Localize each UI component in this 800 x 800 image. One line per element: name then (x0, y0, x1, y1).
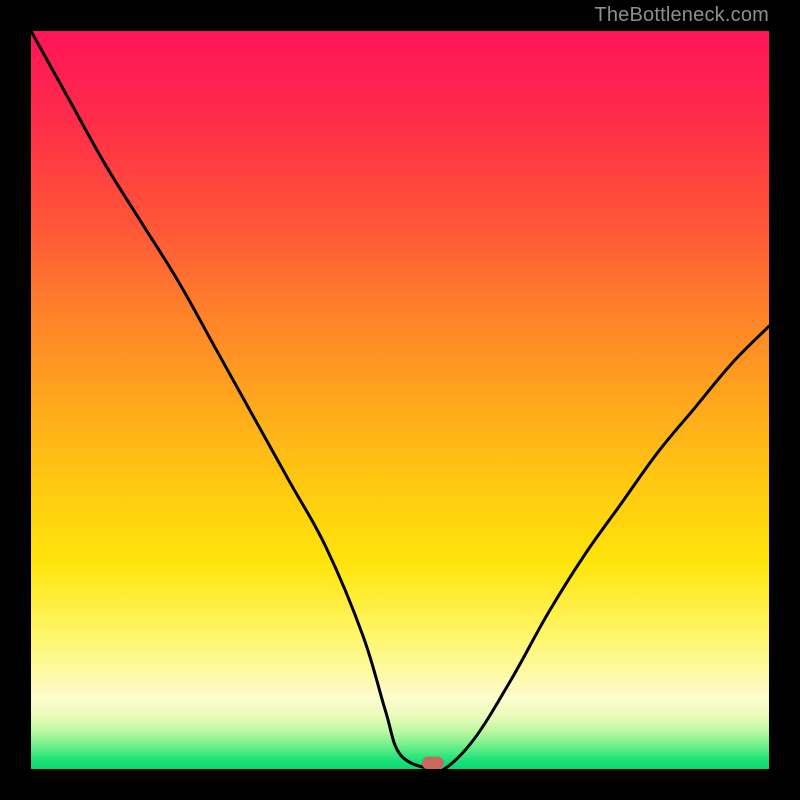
chart-stage: TheBottleneck.com (0, 0, 800, 800)
plot-area (31, 31, 769, 769)
watermark-text: TheBottleneck.com (594, 4, 769, 27)
gradient-background (31, 31, 769, 769)
